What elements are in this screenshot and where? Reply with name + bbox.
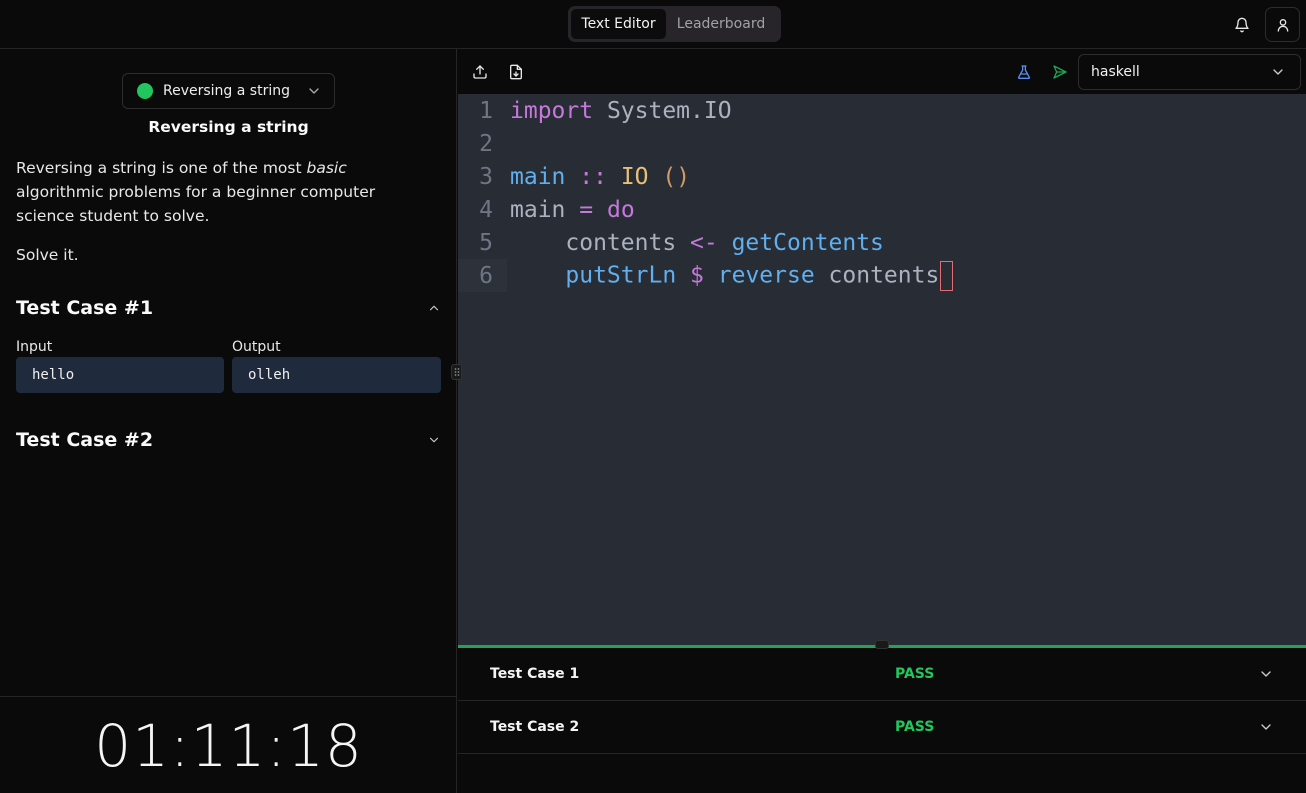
code-text: contents <- getContents [507, 230, 884, 256]
code-line[interactable]: 5 contents <- getContents [458, 226, 1306, 259]
code-line[interactable]: 6 putStrLn $ reverse contents [458, 259, 1306, 292]
editor-panel: haskell 1 import System.IO 2 3 main :: IO ()… [458, 49, 1306, 793]
code-token: getContents [731, 229, 884, 256]
chevron-down-icon [1261, 671, 1271, 677]
results-resize-handle[interactable] [875, 640, 889, 649]
result-name: Test Case 1 [490, 666, 580, 682]
problem-instruction: Solve it. [16, 246, 79, 264]
grip-vertical-icon [454, 368, 459, 376]
line-number: 6 [458, 259, 507, 292]
code-text: putStrLn $ reverse contents [507, 260, 954, 291]
description-text-end: algorithmic problems for a beginner comp… [16, 183, 376, 225]
code-token: () [662, 163, 691, 190]
code-editor[interactable]: 1 import System.IO 2 3 main :: IO () 4 main = … [458, 94, 1306, 645]
chevron-down-icon [1261, 724, 1271, 730]
code-token: contents [510, 229, 691, 256]
test-case-2-header[interactable]: Test Case #2 [16, 426, 441, 454]
line-number: 3 [479, 163, 493, 190]
description-emphasis: basic [306, 159, 347, 177]
code-token: = [579, 196, 594, 223]
elapsed-timer: 01:11:18 [94, 712, 363, 780]
account-button[interactable] [1265, 7, 1300, 42]
test-case-title: Test Case #2 [16, 429, 154, 451]
view-switcher: Text Editor Leaderboard [568, 6, 781, 42]
test-case-title: Test Case #1 [16, 297, 154, 319]
code-line[interactable]: 3 main :: IO () [458, 160, 1306, 193]
code-token: :: [579, 163, 607, 190]
problem-description: Reversing a string is one of the most ba… [16, 156, 436, 228]
download-icon [510, 64, 522, 80]
line-number: 5 [479, 229, 493, 256]
description-text: Reversing a string is one of the most [16, 159, 307, 177]
result-status: PASS [895, 666, 935, 682]
code-token: main [510, 196, 566, 223]
language-select-value: haskell [1091, 64, 1140, 80]
result-status: PASS [895, 719, 935, 735]
result-row-2[interactable]: Test Case 2 PASS [458, 701, 1306, 754]
upload-button[interactable] [469, 61, 491, 83]
panel-resize-handle[interactable] [451, 364, 462, 380]
top-bar: Text Editor Leaderboard [0, 0, 1306, 49]
code-line[interactable]: 1 import System.IO [458, 94, 1306, 127]
submit-button[interactable] [1049, 61, 1071, 83]
code-token: IO [620, 163, 649, 190]
output-label: Output [232, 339, 281, 355]
run-tests-button[interactable] [1013, 61, 1035, 83]
problem-status-dot [137, 83, 153, 99]
tab-text-editor[interactable]: Text Editor [571, 9, 666, 39]
user-icon [1277, 18, 1288, 32]
tab-leaderboard[interactable]: Leaderboard [666, 9, 776, 39]
input-label: Input [16, 339, 53, 355]
problem-title: Reversing a string [148, 118, 309, 136]
chevron-up-icon [429, 305, 439, 311]
code-token: main [510, 163, 566, 190]
line-number: 2 [479, 130, 493, 157]
chevron-down-icon [309, 88, 319, 94]
code-token: contents [814, 262, 940, 288]
editor-toolbar: haskell [458, 49, 1306, 94]
problem-selector[interactable]: Reversing a string [122, 73, 335, 109]
send-icon [1053, 65, 1067, 79]
line-number: 4 [479, 196, 493, 223]
code-token: System.IO [593, 97, 732, 124]
flask-icon [1017, 65, 1031, 79]
notifications-button[interactable] [1226, 9, 1258, 41]
input-value: hello [16, 357, 224, 393]
code-token: do [606, 196, 635, 223]
code-token: putStrLn [565, 262, 677, 288]
code-token: import [510, 97, 594, 124]
download-button[interactable] [505, 61, 527, 83]
code-text: import System.IO [507, 98, 732, 124]
chevron-down-icon [429, 437, 439, 443]
code-text: main :: IO () [507, 164, 690, 190]
timer-area: 01:11:18 [0, 696, 457, 793]
upload-icon [473, 65, 487, 79]
code-line[interactable]: 4 main = do [458, 193, 1306, 226]
problem-panel: Reversing a string Reversing a string Re… [0, 49, 457, 793]
code-text: main = do [507, 197, 635, 223]
language-select[interactable]: haskell [1078, 54, 1301, 90]
code-line[interactable]: 2 [458, 127, 1306, 160]
line-number: 1 [479, 97, 493, 124]
code-token: $ [690, 262, 704, 288]
result-row-1[interactable]: Test Case 1 PASS [458, 648, 1306, 701]
test-case-1-header[interactable]: Test Case #1 [16, 294, 441, 322]
code-token: <- [690, 229, 718, 256]
chevron-down-icon [1273, 69, 1283, 75]
code-token: reverse [717, 262, 815, 288]
bell-icon [1235, 17, 1249, 33]
problem-selector-label: Reversing a string [163, 83, 290, 99]
text-cursor [940, 260, 954, 291]
result-name: Test Case 2 [490, 719, 580, 735]
output-value: olleh [232, 357, 441, 393]
